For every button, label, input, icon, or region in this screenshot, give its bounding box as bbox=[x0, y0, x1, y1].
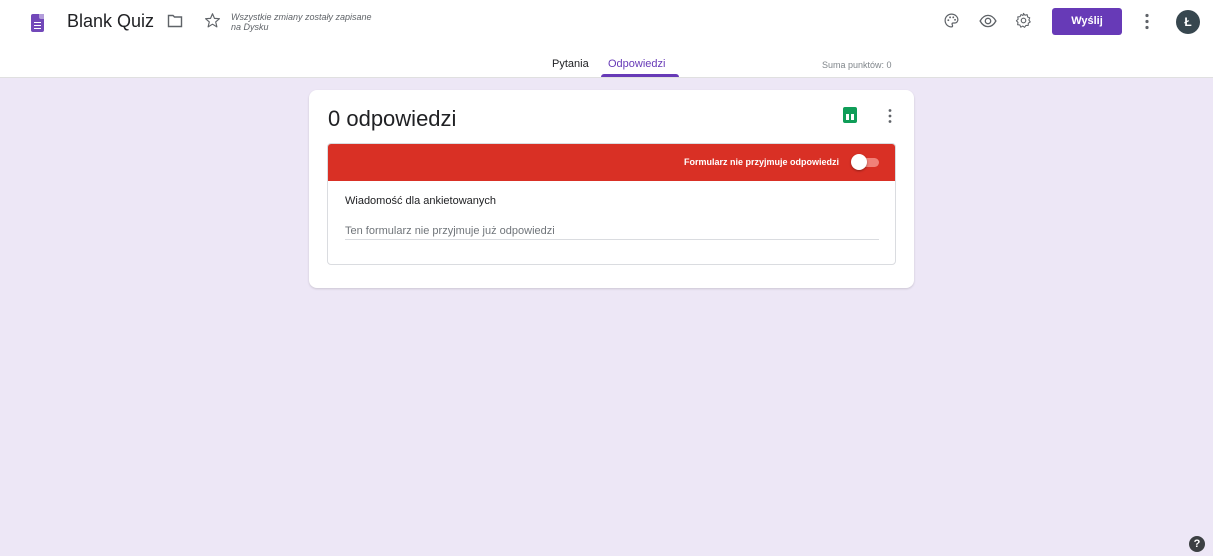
responses-card: 0 odpowiedzi Formularz nie przyjmuje odp… bbox=[309, 90, 914, 288]
tab-questions[interactable]: Pytania bbox=[552, 58, 589, 70]
toggle-thumb[interactable] bbox=[851, 154, 867, 170]
top-bar: Blank Quiz Wszystkie zmiany zostały zapi… bbox=[0, 0, 1213, 78]
card-more-vert-icon[interactable] bbox=[884, 108, 896, 124]
forms-logo-icon[interactable] bbox=[31, 14, 44, 32]
form-title[interactable]: Blank Quiz bbox=[67, 11, 154, 32]
folder-icon[interactable] bbox=[167, 14, 183, 28]
eye-icon[interactable] bbox=[979, 14, 997, 28]
accepting-responses-panel: Formularz nie przyjmuje odpowiedzi Wiado… bbox=[327, 143, 896, 265]
save-status: Wszystkie zmiany zostały zapisane na Dys… bbox=[231, 12, 372, 32]
respondent-message-label: Wiadomość dla ankietowanych bbox=[345, 195, 497, 207]
response-count-title: 0 odpowiedzi bbox=[328, 106, 457, 131]
active-tab-indicator bbox=[601, 74, 679, 77]
gear-icon[interactable] bbox=[1015, 12, 1032, 29]
tab-responses[interactable]: Odpowiedzi bbox=[608, 58, 665, 70]
respondent-message-input[interactable] bbox=[345, 222, 879, 240]
star-icon[interactable] bbox=[204, 12, 221, 29]
not-accepting-banner: Formularz nie przyjmuje odpowiedzi bbox=[328, 144, 895, 181]
more-vert-icon[interactable] bbox=[1144, 13, 1150, 30]
send-button[interactable]: Wyślij bbox=[1052, 8, 1122, 35]
palette-icon[interactable] bbox=[943, 12, 960, 29]
help-icon[interactable]: ? bbox=[1189, 536, 1205, 552]
sheets-icon[interactable] bbox=[843, 107, 857, 123]
total-points: Suma punktów: 0 bbox=[822, 60, 892, 70]
accepting-responses-label: Formularz nie przyjmuje odpowiedzi bbox=[683, 157, 839, 167]
avatar[interactable]: Ł bbox=[1176, 10, 1200, 34]
